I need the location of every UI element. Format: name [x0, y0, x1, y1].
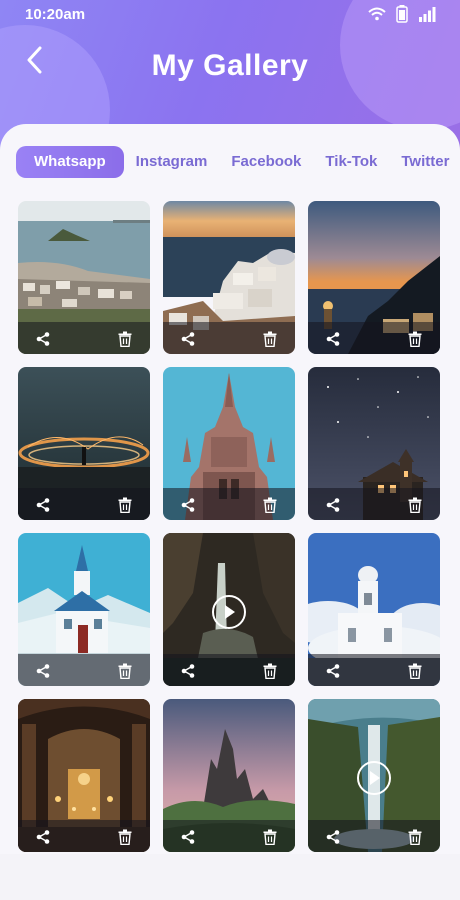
tab-tiktok[interactable]: Tik-Tok	[313, 146, 389, 178]
trash-icon[interactable]	[405, 329, 425, 349]
share-icon[interactable]	[33, 661, 53, 681]
trash-icon[interactable]	[115, 661, 135, 681]
share-icon[interactable]	[323, 661, 343, 681]
trash-icon[interactable]	[115, 495, 135, 515]
wifi-icon	[368, 7, 386, 21]
tile-action-bar	[163, 820, 295, 852]
gallery-item[interactable]	[163, 367, 295, 520]
gallery-item[interactable]	[308, 367, 440, 520]
play-icon[interactable]	[357, 761, 391, 795]
page-title: My Gallery	[151, 49, 309, 82]
tile-action-bar	[163, 322, 295, 354]
gallery-item[interactable]	[18, 367, 150, 520]
gallery-item[interactable]	[308, 699, 440, 852]
play-icon[interactable]	[212, 595, 246, 629]
bottom-area	[0, 854, 460, 900]
tile-action-bar	[308, 322, 440, 354]
gallery-grid	[18, 201, 441, 852]
gallery-item[interactable]	[18, 699, 150, 852]
gallery-item[interactable]	[163, 533, 295, 686]
share-icon[interactable]	[33, 329, 53, 349]
gallery-item[interactable]	[163, 699, 295, 852]
trash-icon[interactable]	[260, 495, 280, 515]
gallery-item[interactable]	[308, 201, 440, 354]
trash-icon[interactable]	[115, 827, 135, 847]
tile-action-bar	[308, 820, 440, 852]
trash-icon[interactable]	[260, 329, 280, 349]
share-icon[interactable]	[323, 827, 343, 847]
tile-action-bar	[163, 654, 295, 686]
platform-tabs: Whatsapp Instagram Facebook Tik-Tok Twit…	[16, 146, 460, 178]
status-time: 10:20am	[25, 6, 86, 23]
tile-action-bar	[18, 322, 150, 354]
signal-icon	[418, 6, 436, 22]
share-icon[interactable]	[323, 329, 343, 349]
tile-action-bar	[18, 654, 150, 686]
tab-instagram[interactable]: Instagram	[124, 146, 220, 178]
tile-action-bar	[18, 488, 150, 520]
share-icon[interactable]	[33, 495, 53, 515]
status-icons	[368, 5, 436, 23]
tab-whatsapp[interactable]: Whatsapp	[16, 146, 124, 178]
gallery-item[interactable]	[18, 533, 150, 686]
status-bar: 10:20am	[0, 0, 460, 28]
trash-icon[interactable]	[405, 661, 425, 681]
share-icon[interactable]	[33, 827, 53, 847]
battery-icon	[396, 5, 408, 23]
share-icon[interactable]	[178, 827, 198, 847]
trash-icon[interactable]	[260, 661, 280, 681]
gallery-item[interactable]	[18, 201, 150, 354]
gallery-item[interactable]	[163, 201, 295, 354]
trash-icon[interactable]	[260, 827, 280, 847]
share-icon[interactable]	[178, 329, 198, 349]
share-icon[interactable]	[178, 495, 198, 515]
tab-twitter[interactable]: Twitter	[389, 146, 460, 178]
gallery-item[interactable]	[308, 533, 440, 686]
trash-icon[interactable]	[115, 329, 135, 349]
tile-action-bar	[18, 820, 150, 852]
trash-icon[interactable]	[405, 827, 425, 847]
tab-facebook[interactable]: Facebook	[219, 146, 313, 178]
tile-action-bar	[163, 488, 295, 520]
tile-action-bar	[308, 654, 440, 686]
share-icon[interactable]	[323, 495, 343, 515]
tile-action-bar	[308, 488, 440, 520]
trash-icon[interactable]	[405, 495, 425, 515]
share-icon[interactable]	[178, 661, 198, 681]
